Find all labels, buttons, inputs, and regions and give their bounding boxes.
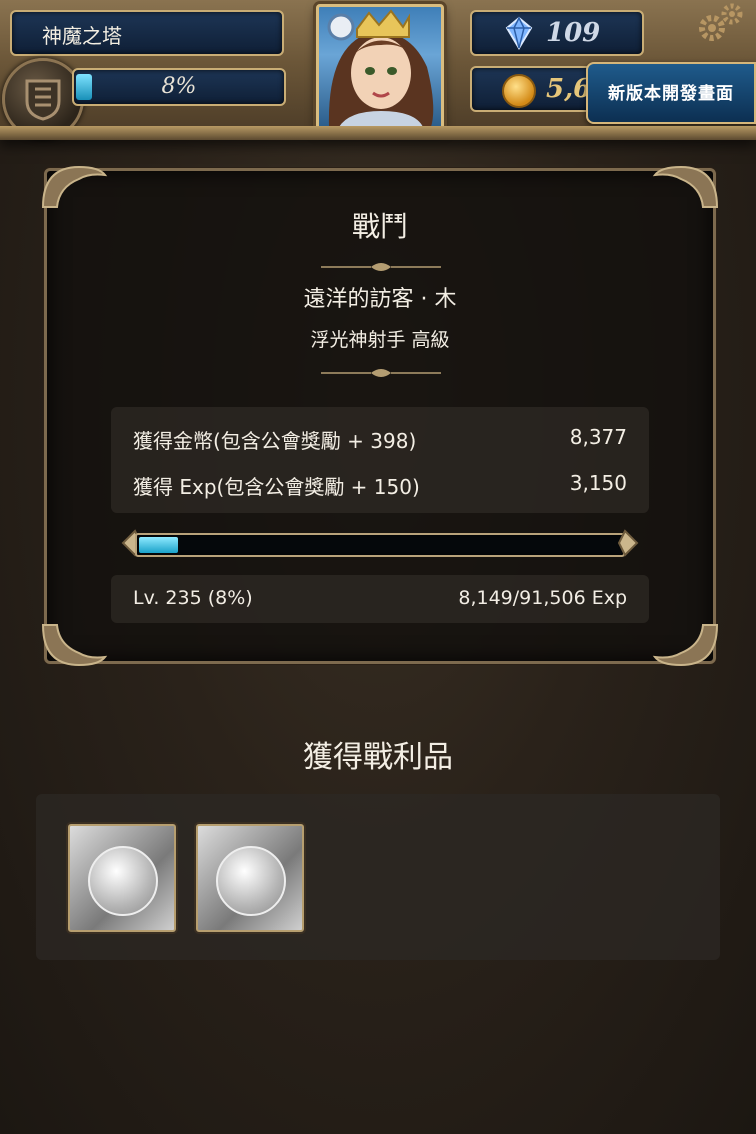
hud-stage-name: 神魔之塔 [42, 24, 122, 48]
top-hud: 神魔之塔 8% 109 5,6 新版本開發畫面 [0, 0, 756, 140]
loot-item[interactable] [196, 824, 304, 932]
corner-ornament-icon [41, 624, 108, 667]
level-progress-fill [139, 537, 178, 553]
reward-label: 獲得金幣(包含公會獎勵 + 398) [133, 429, 417, 453]
loot-title: 獲得戰利品 [303, 740, 453, 775]
avatar-portrait-icon [327, 9, 434, 127]
reward-label: 獲得 Exp(包含公會獎勵 + 150) [133, 475, 420, 499]
player-exp-bar: 8% [72, 68, 286, 106]
level-progress-track [135, 533, 625, 557]
reward-value: 3,150 [569, 471, 627, 495]
silver-coin-card-icon [88, 846, 158, 916]
diamond-icon [505, 16, 533, 50]
settings-gear-icon[interactable] [688, 0, 748, 50]
rewards-box: 獲得金幣(包含公會獎勵 + 398) 8,377 獲得 Exp(包含公會獎勵 +… [111, 407, 649, 513]
stage-name-plate[interactable]: 神魔之塔 [10, 10, 284, 56]
new-version-button[interactable]: 新版本開發畫面 [586, 62, 756, 124]
stage-difficulty: 浮光神射手 高級 [310, 329, 450, 351]
player-avatar[interactable] [316, 4, 444, 130]
panel-title: 戰鬥 [351, 210, 408, 243]
corner-ornament-icon [41, 165, 108, 208]
divider-ornament-icon [321, 369, 441, 377]
level-info-box: Lv. 235 (8%) 8,149/91,506 Exp [111, 575, 649, 623]
corner-ornament-icon [652, 165, 719, 208]
shield-icon [25, 79, 61, 121]
level-progress-bar [121, 529, 639, 557]
reward-row-gold: 獲得金幣(包含公會獎勵 + 398) 8,377 [133, 425, 627, 454]
loot-box [36, 794, 720, 960]
bar-end-cap-icon [617, 529, 639, 557]
loot-item[interactable] [68, 824, 176, 932]
gold-count: 5,6 [546, 74, 592, 104]
battle-result-panel: 戰鬥 遠洋的訪客 · 木 浮光神射手 高級 獲得金幣(包含公會獎勵 + 398)… [41, 165, 719, 667]
corner-ornament-icon [652, 624, 719, 667]
stage-name: 遠洋的訪客 · 木 [303, 287, 457, 312]
diamond-count: 109 [546, 18, 601, 48]
gold-coin-icon [502, 74, 536, 108]
exp-text: 8,149/91,506 Exp [458, 587, 627, 609]
level-text: Lv. 235 (8%) [133, 587, 253, 609]
divider-ornament-icon [321, 263, 441, 271]
reward-row-exp: 獲得 Exp(包含公會獎勵 + 150) 3,150 [133, 471, 627, 500]
new-version-label: 新版本開發畫面 [608, 84, 734, 104]
silver-coin-card-icon [216, 846, 286, 916]
player-exp-percent: 8% [161, 74, 197, 99]
reward-value: 8,377 [569, 425, 627, 449]
diamond-counter[interactable]: 109 [470, 10, 644, 56]
